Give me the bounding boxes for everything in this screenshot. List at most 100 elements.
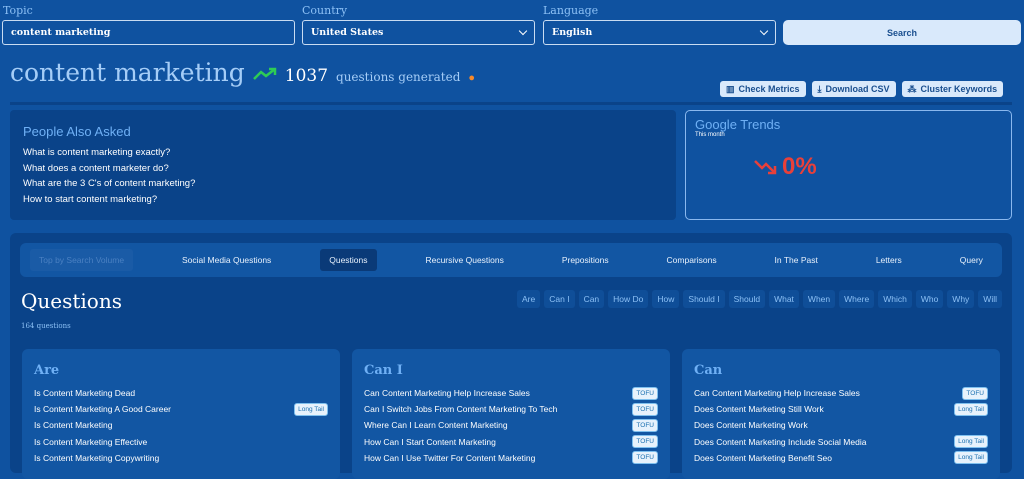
tab-letters[interactable]: Letters [867, 249, 911, 271]
section-title: Questions [21, 289, 122, 313]
tab-bar: Top by Search Volume Social Media Questi… [20, 243, 1002, 277]
google-trends: Google Trends This month 0% [685, 110, 1012, 220]
question-row[interactable]: Does Content Marketing Work [694, 417, 988, 433]
card-title: Can I [364, 363, 403, 378]
toolbar: ▥ Check Metrics ⤓ Download CSV ⁂ Cluster Ke… [720, 81, 1004, 97]
question-text: Can Content Marketing Help Increase Sale… [364, 388, 530, 399]
question-text: Is Content Marketing [34, 420, 113, 431]
question-text: Is Content Marketing Copywriting [34, 452, 160, 463]
question-badge: TOFU [632, 418, 658, 432]
filter-chip-are[interactable]: Are [517, 290, 541, 308]
tab-prepositions[interactable]: Prepositions [553, 249, 618, 271]
question-card: Can I Can Content Marketing Help Increase… [352, 349, 670, 479]
question-badge: TOFU [632, 435, 658, 449]
question-text: Does Content Marketing Work [694, 420, 808, 431]
topic-input[interactable]: content marketing [2, 20, 295, 45]
chevron-down-icon [518, 26, 528, 36]
question-text: How Can I Start Content Marketing [364, 436, 496, 447]
paa-question[interactable]: What does a content marketer do? [23, 163, 676, 179]
language-select[interactable]: English [543, 20, 776, 45]
question-badge: TOFU [632, 386, 658, 400]
country-value: United States [311, 27, 384, 38]
header: content marketing 1037 questions generat… [10, 58, 475, 87]
question-badge: Long Tail [954, 435, 988, 449]
question-text: Does Content Marketing Benefit Seo [694, 452, 832, 463]
download-csv-button[interactable]: ⤓ Download CSV [811, 81, 896, 97]
paa-question[interactable]: How to start content marketing? [23, 194, 676, 210]
filter-chip-should[interactable]: Should [728, 290, 766, 308]
question-row[interactable]: Is Content Marketing Dead [34, 385, 328, 401]
question-row[interactable]: Can Content Marketing Help Increase Sale… [694, 385, 988, 401]
question-row[interactable]: Does Content Marketing Include Social Me… [694, 434, 988, 450]
question-row[interactable]: Is Content Marketing Effective [34, 434, 328, 450]
trends-period: This month [695, 132, 725, 138]
question-row[interactable]: Where Can I Learn Content Marketing TOFU [364, 417, 658, 433]
fire-icon: ● [468, 72, 476, 84]
question-text: Is Content Marketing Effective [34, 436, 148, 447]
question-row[interactable]: Is Content Marketing A Good Career Long T… [34, 401, 328, 417]
button-label: Check Metrics [738, 84, 800, 94]
cards-grid: Are Is Content Marketing Dead Is Content M… [22, 349, 1002, 479]
paa-question[interactable]: What are the 3 C's of content marketing? [23, 178, 676, 194]
question-text: Does Content Marketing Still Work [694, 404, 824, 415]
question-count-suffix: questions generated [336, 70, 461, 84]
question-badge: TOFU [962, 386, 988, 400]
trends-value: 0% [782, 153, 817, 180]
card-title: Are [34, 363, 60, 378]
tab-social-media-questions[interactable]: Social Media Questions [173, 249, 280, 271]
download-icon: ⤓ [817, 83, 822, 94]
filter-chip-why[interactable]: Why [947, 290, 975, 308]
language-value: English [552, 27, 593, 38]
question-row[interactable]: Is Content Marketing [34, 417, 328, 433]
filter-chip-which[interactable]: Which [878, 290, 912, 308]
bar-chart-icon: ▥ [726, 83, 735, 94]
question-text: Where Can I Learn Content Marketing [364, 420, 508, 431]
divider [10, 102, 1012, 105]
question-text: Can Content Marketing Help Increase Sale… [694, 388, 860, 399]
question-row[interactable]: Can Content Marketing Help Increase Sale… [364, 385, 658, 401]
tab-questions[interactable]: Questions [320, 249, 377, 271]
filter-chip-how[interactable]: How [652, 290, 680, 308]
filter-chips: Are Can I Can How Do How Should I Should What Wh… [517, 290, 1002, 308]
trends-title: Google Trends [695, 117, 781, 132]
question-badge: Long Tail [294, 402, 328, 416]
question-badge: Long Tail [954, 402, 988, 416]
question-text: Is Content Marketing A Good Career [34, 404, 172, 415]
people-also-asked: People Also Asked What is content market… [10, 110, 676, 220]
question-row[interactable]: Can I Switch Jobs From Content Marketing… [364, 401, 658, 417]
tab-recursive-questions[interactable]: Recursive Questions [416, 249, 512, 271]
filter-chip-will[interactable]: Will [978, 290, 1002, 308]
tab-query[interactable]: Query [951, 249, 992, 271]
filter-chip-can-i[interactable]: Can I [544, 290, 575, 308]
filter-chip-can[interactable]: Can [578, 290, 605, 308]
trending-down-icon [754, 160, 777, 175]
filter-chip-who[interactable]: Who [915, 290, 944, 308]
question-card: Are Is Content Marketing Dead Is Content M… [22, 349, 340, 479]
search-button[interactable]: Search [783, 20, 1021, 45]
topic-value: content marketing [11, 27, 111, 38]
question-badge: TOFU [632, 451, 658, 465]
tab-top-by-search-volume[interactable]: Top by Search Volume [30, 249, 134, 271]
question-text: How Can I Use Twitter For Content Market… [364, 452, 536, 463]
check-metrics-button[interactable]: ▥ Check Metrics [720, 81, 806, 97]
button-label: Download CSV [825, 84, 890, 94]
filter-chip-what[interactable]: What [769, 290, 799, 308]
filter-chip-how-do[interactable]: How Do [608, 290, 649, 308]
cluster-keywords-button[interactable]: ⁂ Cluster Keywords [901, 81, 1004, 97]
tab-in-the-past[interactable]: In The Past [766, 249, 827, 271]
question-text: Does Content Marketing Include Social Me… [694, 436, 867, 447]
tab-comparisons[interactable]: Comparisons [658, 249, 726, 271]
trending-up-icon [252, 67, 276, 80]
filter-chip-when[interactable]: When [802, 290, 836, 308]
question-row[interactable]: How Can I Start Content Marketing TOFU [364, 434, 658, 450]
language-label: Language [543, 4, 599, 17]
paa-question[interactable]: What is content marketing exactly? [23, 147, 676, 163]
country-select[interactable]: United States [302, 20, 535, 45]
question-badge: TOFU [632, 402, 658, 416]
country-label: Country [302, 4, 348, 17]
question-row[interactable]: Does Content Marketing Still Work Long Ta… [694, 401, 988, 417]
filter-chip-should-i[interactable]: Should I [683, 290, 725, 308]
filter-chip-where[interactable]: Where [839, 290, 875, 308]
cluster-icon: ⁂ [907, 83, 917, 94]
paa-title: People Also Asked [23, 124, 131, 139]
